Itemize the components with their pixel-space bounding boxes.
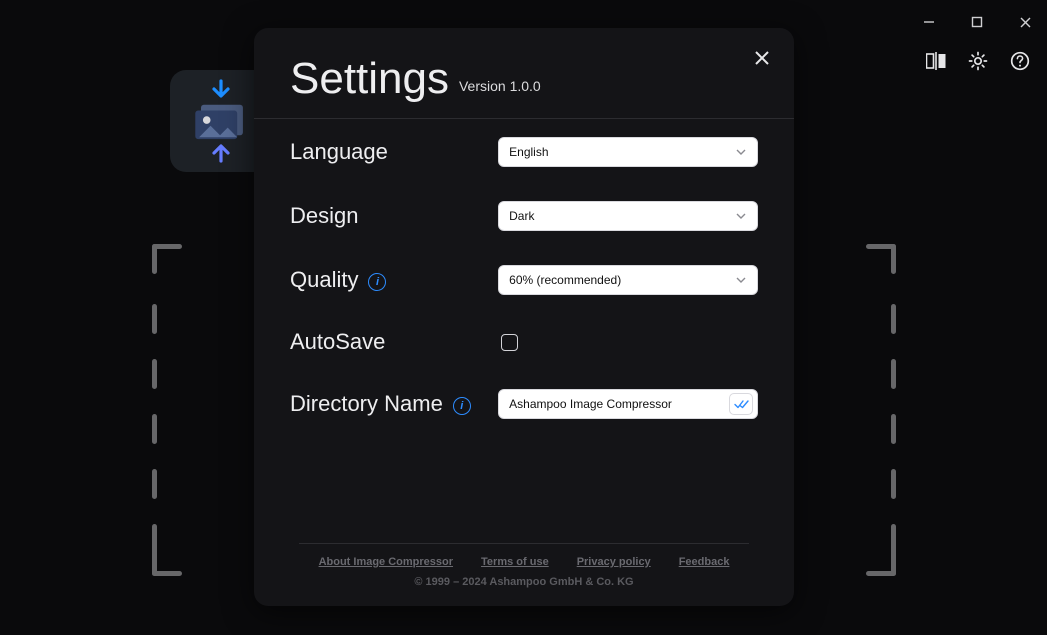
chevron-down-icon — [735, 146, 747, 158]
directory-label-text: Directory Name — [290, 391, 443, 417]
design-value: Dark — [509, 209, 534, 223]
compress-up-icon — [207, 141, 235, 163]
dialog-title: Settings — [290, 54, 449, 104]
info-icon[interactable]: i — [453, 397, 471, 415]
compress-down-icon — [207, 79, 235, 101]
quality-value: 60% (recommended) — [509, 273, 621, 287]
language-value: English — [509, 145, 548, 159]
quality-label: Quality i — [290, 267, 498, 293]
settings-dialog: Settings Version 1.0.0 Language English … — [254, 28, 794, 606]
design-row: Design Dark — [290, 201, 758, 231]
autosave-checkbox[interactable] — [501, 334, 518, 351]
directory-value: Ashampoo Image Compressor — [509, 397, 723, 411]
copyright-text: © 1999 – 2024 Ashampoo GmbH & Co. KG — [290, 576, 758, 588]
privacy-link[interactable]: Privacy policy — [577, 556, 651, 568]
divider — [299, 543, 749, 544]
quality-select[interactable]: 60% (recommended) — [498, 265, 758, 295]
dialog-footer: About Image Compressor Terms of use Priv… — [254, 543, 794, 606]
chevron-down-icon — [735, 274, 747, 286]
quality-row: Quality i 60% (recommended) — [290, 265, 758, 295]
chevron-down-icon — [735, 210, 747, 222]
footer-links: About Image Compressor Terms of use Priv… — [290, 556, 758, 568]
quality-label-text: Quality — [290, 267, 358, 293]
autosave-label: AutoSave — [290, 329, 500, 355]
feedback-link[interactable]: Feedback — [679, 556, 730, 568]
autosave-row: AutoSave — [290, 329, 758, 355]
photo-icon — [191, 101, 251, 141]
directory-label: Directory Name i — [290, 391, 498, 417]
close-icon[interactable] — [748, 44, 776, 72]
about-link[interactable]: About Image Compressor — [319, 556, 453, 568]
language-select[interactable]: English — [498, 137, 758, 167]
confirm-button[interactable] — [729, 393, 753, 415]
design-label: Design — [290, 203, 498, 229]
dialog-header: Settings Version 1.0.0 — [254, 28, 794, 119]
directory-row: Directory Name i Ashampoo Image Compress… — [290, 389, 758, 419]
design-select[interactable]: Dark — [498, 201, 758, 231]
double-check-icon — [734, 399, 749, 410]
dialog-body: Language English Design Dark Quality i 6… — [254, 119, 794, 543]
terms-link[interactable]: Terms of use — [481, 556, 549, 568]
language-row: Language English — [290, 137, 758, 167]
directory-input[interactable]: Ashampoo Image Compressor — [498, 389, 758, 419]
language-label: Language — [290, 139, 498, 165]
version-label: Version 1.0.0 — [459, 78, 541, 94]
info-icon[interactable]: i — [368, 273, 386, 291]
